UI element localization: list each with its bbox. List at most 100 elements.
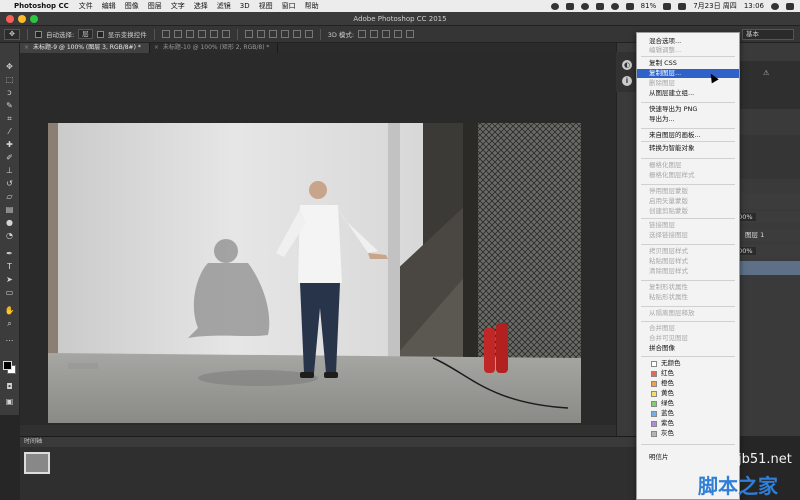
wechat-icon[interactable] bbox=[565, 2, 574, 10]
context-menu-item[interactable]: 从图层建立组... bbox=[637, 89, 739, 98]
context-menu-item[interactable]: 红色 bbox=[637, 369, 739, 378]
menu-help[interactable]: 帮助 bbox=[305, 1, 319, 11]
mac-menu-bar: Photoshop CC 文件 编辑 图像 图层 文字 选择 滤镜 3D 视图 … bbox=[0, 0, 800, 12]
crop-tool-icon[interactable]: ⌗ bbox=[3, 113, 16, 124]
menu-item-label: 栅格化图层 bbox=[649, 161, 682, 169]
color-panel-icon[interactable]: ◐ bbox=[622, 60, 632, 70]
status-app-icon[interactable] bbox=[550, 2, 559, 10]
horizontal-scrollbar[interactable] bbox=[20, 425, 616, 436]
gradient-tool-icon[interactable]: ▤ bbox=[3, 204, 16, 215]
distribute-right-icon[interactable] bbox=[304, 30, 313, 38]
tab-document-10[interactable]: × 未标题-10 @ 100% (矩形 2, RGB/8) * bbox=[150, 43, 279, 53]
info-panel-icon[interactable]: i bbox=[622, 76, 632, 86]
align-top-icon[interactable] bbox=[161, 30, 170, 38]
path-selection-tool-icon[interactable]: ➤ bbox=[3, 274, 16, 285]
battery-icon[interactable] bbox=[663, 2, 672, 10]
more-tools-icon[interactable]: ⋯ bbox=[3, 335, 16, 346]
menu-filter[interactable]: 滤镜 bbox=[217, 1, 231, 11]
context-menu-item[interactable]: 无颜色 bbox=[637, 359, 739, 368]
warning-icon[interactable]: ⚠ bbox=[763, 69, 770, 77]
context-menu-item[interactable]: 快速导出为 PNG bbox=[637, 105, 739, 114]
sync-icon[interactable] bbox=[580, 2, 589, 10]
dodge-tool-icon[interactable]: ◔ bbox=[3, 230, 16, 241]
move-tool-icon[interactable]: ✥ bbox=[3, 61, 16, 72]
context-menu-item[interactable]: 橙色 bbox=[637, 379, 739, 388]
distribute-bottom-icon[interactable] bbox=[268, 30, 277, 38]
healing-brush-tool-icon[interactable]: ✚ bbox=[3, 139, 16, 150]
canvas-photo[interactable] bbox=[48, 123, 581, 423]
distribute-center-icon[interactable] bbox=[292, 30, 301, 38]
menu-view[interactable]: 视图 bbox=[259, 1, 273, 11]
blur-tool-icon[interactable]: ● bbox=[3, 217, 16, 228]
menu-edit[interactable]: 编辑 bbox=[102, 1, 116, 11]
quick-select-tool-icon[interactable]: ✎ bbox=[3, 100, 16, 111]
zoom-tool-icon[interactable]: ⌕ bbox=[3, 318, 16, 329]
app-menu[interactable]: Photoshop CC bbox=[14, 2, 69, 10]
context-menu-item[interactable]: 黄色 bbox=[637, 389, 739, 398]
3d-slide-icon[interactable] bbox=[394, 30, 403, 38]
search-icon[interactable] bbox=[771, 2, 779, 10]
list-icon[interactable] bbox=[786, 2, 794, 10]
minimize-icon[interactable] bbox=[18, 15, 26, 23]
context-menu-item[interactable]: 蓝色 bbox=[637, 409, 739, 418]
volume-icon[interactable] bbox=[625, 2, 634, 10]
menu-select[interactable]: 选择 bbox=[194, 1, 208, 11]
eyedropper-tool-icon[interactable]: ⁄ bbox=[3, 126, 16, 137]
clone-stamp-tool-icon[interactable]: ⊥ bbox=[3, 165, 16, 176]
align-left-icon[interactable] bbox=[197, 30, 206, 38]
marquee-tool-icon[interactable]: ⬚ bbox=[3, 74, 16, 85]
input-method-icon[interactable] bbox=[678, 2, 687, 10]
context-menu-item[interactable]: 复制图层... bbox=[637, 69, 739, 78]
menu-type[interactable]: 文字 bbox=[171, 1, 185, 11]
status-area: 81% 7月23日 周四 13:06 bbox=[550, 0, 794, 12]
context-menu-item[interactable]: 混合选项... bbox=[637, 37, 739, 46]
distribute-left-icon[interactable] bbox=[280, 30, 289, 38]
align-middle-icon[interactable] bbox=[173, 30, 182, 38]
align-center-icon[interactable] bbox=[209, 30, 218, 38]
workspace-dropdown[interactable]: 基本 bbox=[742, 29, 794, 40]
tab-close-icon[interactable]: × bbox=[24, 44, 29, 51]
eraser-tool-icon[interactable]: ▱ bbox=[3, 191, 16, 202]
3d-scale-icon[interactable] bbox=[406, 30, 415, 38]
context-menu-item[interactable]: 复制 CSS bbox=[637, 59, 739, 68]
auto-select-checkbox[interactable] bbox=[35, 30, 42, 38]
distribute-middle-icon[interactable] bbox=[256, 30, 265, 38]
move-tool-preset-icon[interactable]: ✥ bbox=[4, 28, 20, 40]
quick-mask-icon[interactable]: ◘ bbox=[3, 381, 16, 392]
zoom-icon[interactable] bbox=[30, 15, 38, 23]
wifi-icon[interactable] bbox=[610, 2, 619, 10]
auto-select-dropdown[interactable]: 层 bbox=[78, 29, 93, 39]
menu-3d[interactable]: 3D bbox=[240, 2, 250, 10]
3d-roll-icon[interactable] bbox=[370, 30, 379, 38]
hand-tool-icon[interactable]: ✋ bbox=[3, 305, 16, 316]
tab-document-9[interactable]: × 未标题-9 @ 100% (图层 3, RGB/8#) * bbox=[20, 43, 150, 53]
align-bottom-icon[interactable] bbox=[185, 30, 194, 38]
distribute-top-icon[interactable] bbox=[244, 30, 253, 38]
type-tool-icon[interactable]: T bbox=[3, 261, 16, 272]
3d-drag-icon[interactable] bbox=[382, 30, 391, 38]
foreground-color-swatch[interactable] bbox=[3, 361, 12, 370]
menu-image[interactable]: 图像 bbox=[125, 1, 139, 11]
bluetooth-icon[interactable] bbox=[595, 2, 604, 10]
layer-name[interactable]: 图层 1 bbox=[745, 231, 764, 239]
menu-window[interactable]: 窗口 bbox=[282, 1, 296, 11]
context-menu-item[interactable]: 绿色 bbox=[637, 399, 739, 408]
align-right-icon[interactable] bbox=[221, 30, 230, 38]
menu-file[interactable]: 文件 bbox=[79, 1, 93, 11]
3d-rotate-icon[interactable] bbox=[358, 30, 367, 38]
tab-close-icon[interactable]: × bbox=[154, 44, 159, 51]
brush-tool-icon[interactable]: ✐ bbox=[3, 152, 16, 163]
close-icon[interactable] bbox=[6, 15, 14, 23]
context-menu-item[interactable]: 拼合图像 bbox=[637, 344, 739, 353]
menu-layer[interactable]: 图层 bbox=[148, 1, 162, 11]
context-menu-item[interactable]: 来自图层的画板... bbox=[637, 131, 739, 140]
context-menu-item[interactable]: 转换为智能对象 bbox=[637, 144, 739, 153]
context-menu-item[interactable]: 导出为... bbox=[637, 115, 739, 124]
history-brush-tool-icon[interactable]: ↺ bbox=[3, 178, 16, 189]
screen-mode-icon[interactable]: ▣ bbox=[3, 396, 16, 407]
timeline-frame-thumbnail[interactable] bbox=[24, 452, 50, 474]
rectangle-tool-icon[interactable]: ▭ bbox=[3, 287, 16, 298]
lasso-tool-icon[interactable]: ↄ bbox=[3, 87, 16, 98]
pen-tool-icon[interactable]: ✒ bbox=[3, 248, 16, 259]
show-transform-checkbox[interactable] bbox=[96, 30, 104, 38]
